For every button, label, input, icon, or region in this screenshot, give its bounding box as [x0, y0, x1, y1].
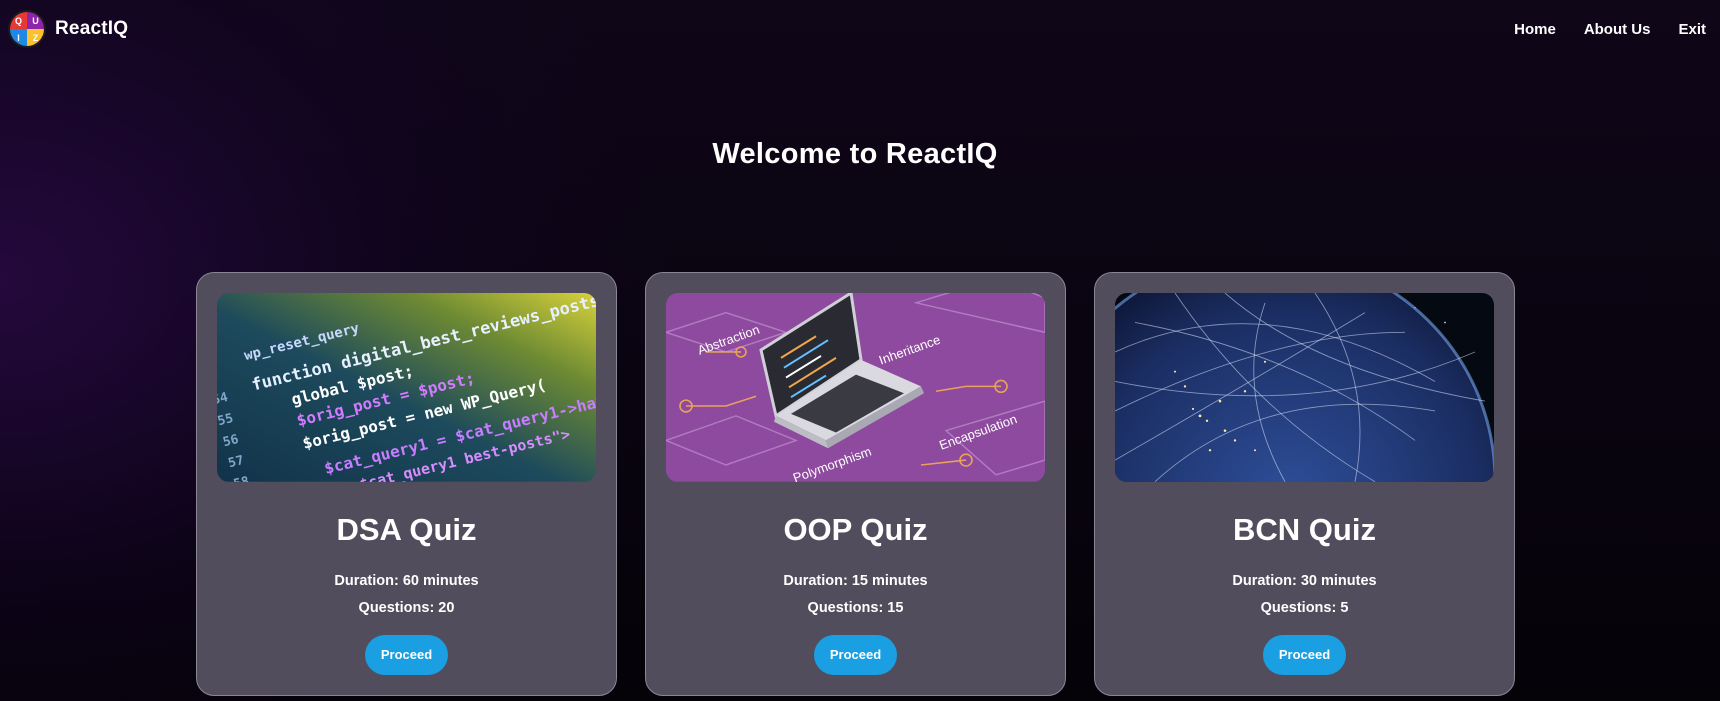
proceed-button[interactable]: Proceed	[1263, 634, 1346, 675]
logo-letter: U	[27, 12, 44, 29]
quiz-logo-icon: Q U I Z	[8, 10, 46, 48]
quiz-title: OOP Quiz	[783, 511, 928, 547]
quiz-cards: wp_reset_query function digital_best_rev…	[196, 272, 1515, 696]
quiz-title: BCN Quiz	[1233, 511, 1376, 547]
quiz-questions: Questions: 20	[358, 599, 455, 616]
navbar: Q U I Z ReactIQ Home About Us Exit	[0, 0, 1720, 58]
logo-letter: Z	[27, 29, 44, 46]
logo-letter: Q	[10, 12, 27, 29]
nav-home-link[interactable]: Home	[1514, 21, 1556, 38]
quiz-meta: Duration: 15 minutes Questions: 15	[783, 568, 927, 622]
code-screen-image: wp_reset_query function digital_best_rev…	[217, 293, 596, 482]
earth-network-image	[1115, 293, 1494, 482]
quiz-meta: Duration: 30 minutes Questions: 5	[1232, 568, 1376, 622]
quiz-questions: Questions: 5	[1260, 599, 1349, 616]
quiz-card-oop: Abstraction Inheritance Polymorphism Enc…	[645, 272, 1066, 696]
brand-name: ReactIQ	[55, 18, 129, 39]
quiz-title: DSA Quiz	[336, 511, 477, 547]
nav-about-us-link[interactable]: About Us	[1584, 21, 1651, 38]
logo-letter: I	[10, 29, 27, 46]
quiz-duration: Duration: 60 minutes	[334, 572, 479, 589]
quiz-meta: Duration: 60 minutes Questions: 20	[334, 568, 478, 622]
oop-laptop-image: Abstraction Inheritance Polymorphism Enc…	[666, 293, 1045, 482]
proceed-button[interactable]: Proceed	[814, 634, 897, 675]
quiz-duration: Duration: 30 minutes	[1232, 572, 1377, 589]
quiz-card-dsa: wp_reset_query function digital_best_rev…	[196, 272, 617, 696]
nav-exit-link[interactable]: Exit	[1678, 21, 1706, 38]
quiz-duration: Duration: 15 minutes	[783, 572, 928, 589]
page-title: Welcome to ReactIQ	[712, 138, 998, 170]
proceed-button[interactable]: Proceed	[365, 634, 448, 675]
quiz-questions: Questions: 15	[807, 599, 904, 616]
quiz-card-bcn: BCN Quiz Duration: 30 minutes Questions:…	[1094, 272, 1515, 696]
brand[interactable]: Q U I Z ReactIQ	[8, 10, 128, 48]
nav-links: Home About Us Exit	[1514, 21, 1706, 38]
